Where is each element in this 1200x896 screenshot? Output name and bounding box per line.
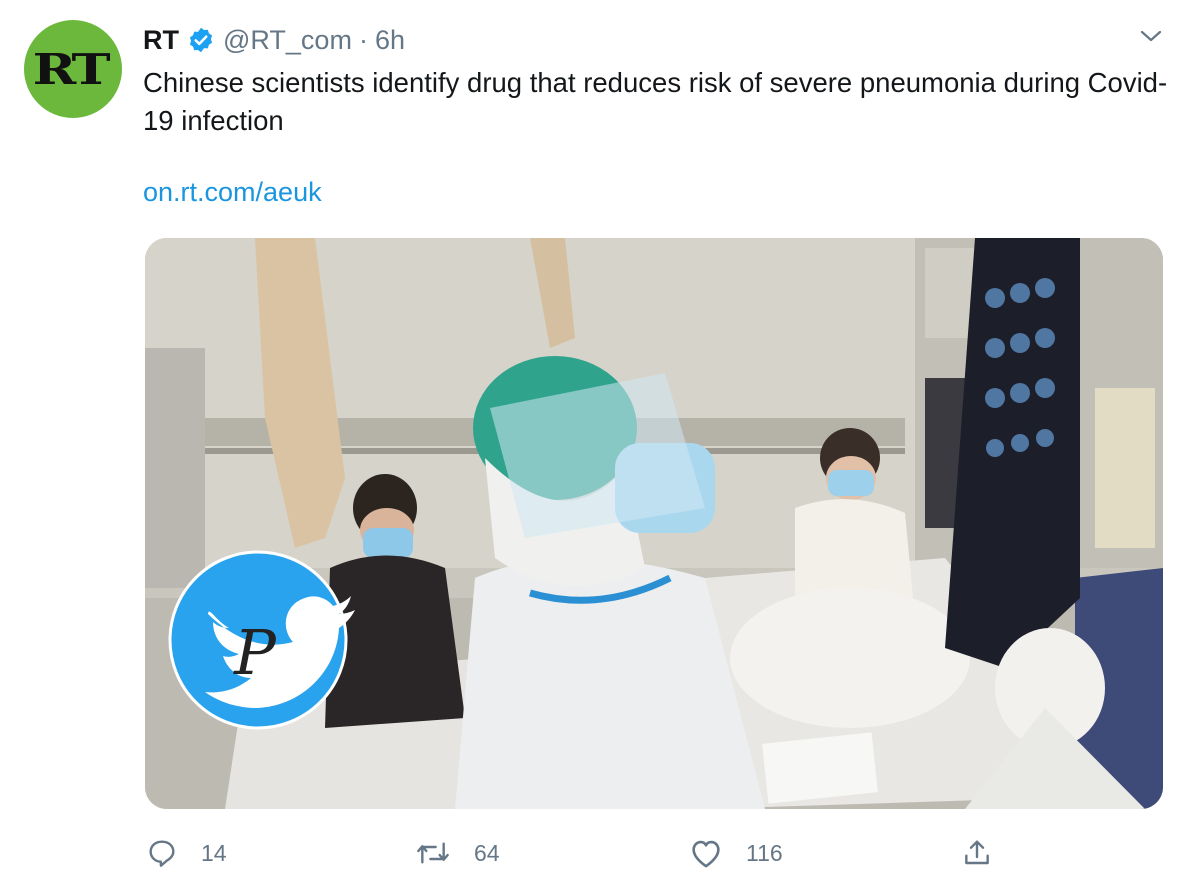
tweet-actions: 14 64 116 [0,830,1200,876]
reply-count: 14 [201,839,227,866]
retweet-button[interactable]: 64 [414,830,500,876]
rt-logo: RT [32,44,111,94]
chevron-down-icon[interactable] [1136,24,1166,48]
heart-icon [688,837,724,869]
reply-button[interactable]: 14 [145,830,227,876]
retweet-count: 64 [474,839,500,866]
tweet-text: Chinese scientists identify drug that re… [143,67,1168,136]
share-button[interactable] [960,830,1016,876]
tweet-media-image[interactable]: P [145,238,1163,809]
like-count: 116 [746,839,783,866]
reply-icon [145,837,179,869]
svg-text:P: P [233,616,277,689]
author-name[interactable]: RT [143,25,179,56]
retweet-icon [414,837,452,869]
hospital-photo: P [145,238,1163,809]
timestamp[interactable]: 6h [375,25,405,56]
verified-badge-icon [187,26,215,54]
avatar[interactable]: RT [24,20,122,118]
author-handle[interactable]: @RT_com [223,25,352,56]
separator-dot: · [358,24,368,55]
share-icon [960,837,994,869]
like-button[interactable]: 116 [688,830,783,876]
tweet-header: RT @RT_com · 6h [143,22,405,58]
tweet-card[interactable]: RT RT @RT_com · 6h Chinese scientists id… [0,0,1200,896]
tweet-link[interactable]: on.rt.com/aeuk [143,177,322,208]
